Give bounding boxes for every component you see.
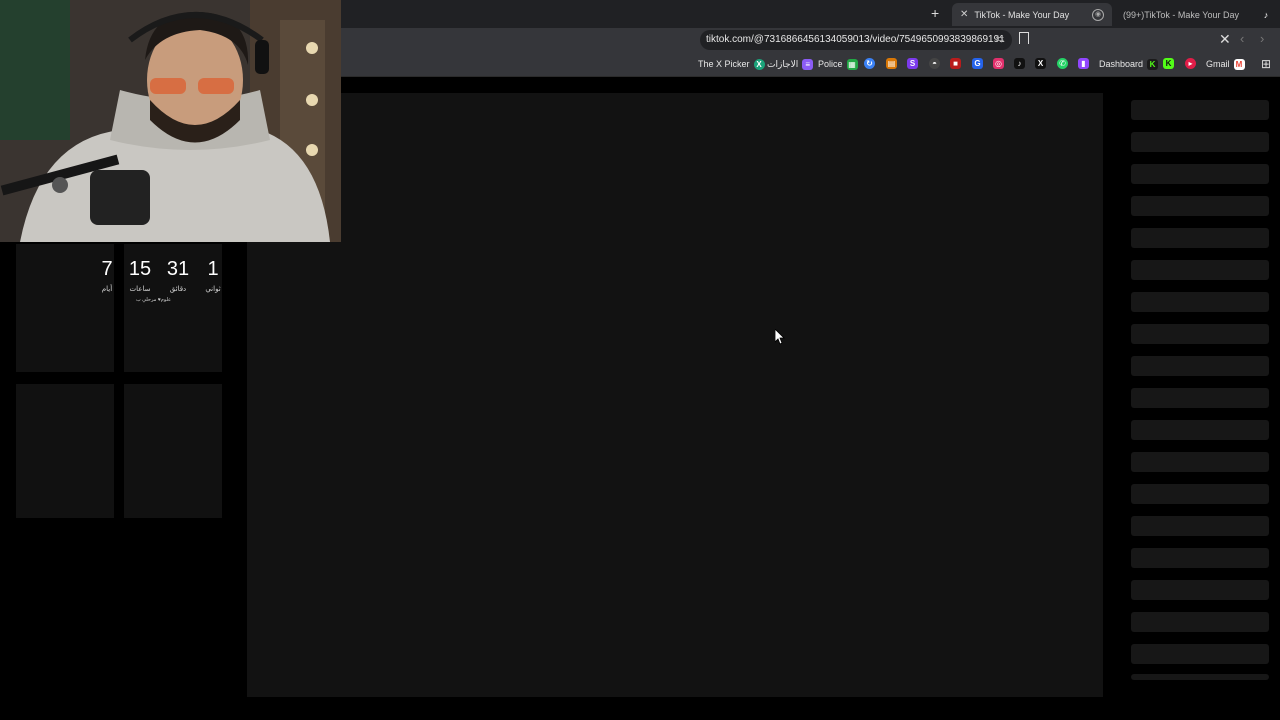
countdown-hours: 15 <box>128 258 152 280</box>
back-button[interactable]: ‹ <box>1240 31 1244 46</box>
bookmark-x-icon[interactable]: X <box>1035 58 1046 69</box>
video-card[interactable] <box>16 384 114 518</box>
x-picker-icon: X <box>753 58 765 70</box>
comment-skeleton <box>1131 324 1269 344</box>
bookmark-translate-icon[interactable]: G <box>972 58 983 69</box>
gmail-icon: M <box>1233 58 1245 70</box>
bookmark-label: The X Picker <box>698 59 750 69</box>
comment-skeleton <box>1131 132 1269 152</box>
bookmark-label: Dashboard <box>1099 59 1144 69</box>
bookmark-file-icon[interactable]: ▤ <box>886 58 897 69</box>
bookmark-icon[interactable] <box>1019 32 1029 44</box>
countdown-timer: 7 أيام 15 ساعات 31 دقائق 1 ثواني علوم♥ م… <box>96 258 226 308</box>
countdown-minutes-label: دقائق <box>169 286 187 293</box>
bookmark-police[interactable]: Police ▦ <box>818 52 858 76</box>
bookmark-label: Gmail <box>1206 59 1230 69</box>
bookmark-label: Police <box>818 59 843 69</box>
new-tab-button[interactable]: + <box>931 5 939 21</box>
bookmark-tiktok-icon[interactable]: ♪ <box>1014 58 1025 69</box>
comment-skeleton <box>1131 164 1269 184</box>
bookmark-youtube-icon[interactable]: ▸ <box>1185 58 1196 69</box>
comment-skeleton <box>1131 228 1269 248</box>
webcam-overlay <box>0 0 341 242</box>
comment-skeleton <box>1131 516 1269 536</box>
stop-button[interactable]: ✕ <box>1219 31 1231 48</box>
bookmark-kick-icon[interactable]: K <box>1163 58 1174 69</box>
bookmark-label: الاجازات <box>767 58 799 69</box>
countdown-minutes: 31 <box>166 258 190 280</box>
comment-skeleton <box>1131 548 1269 568</box>
tab-tiktok-active[interactable]: ✕ TikTok - Make Your Day ◉ <box>952 3 1112 26</box>
url-text: tiktok.com/@7316866456134059013/video/75… <box>706 34 1005 45</box>
bookmark-dashboard[interactable]: Dashboard K <box>1099 52 1159 76</box>
apps-grid-icon[interactable]: ⊞ <box>1261 57 1271 71</box>
countdown-days-label: أيام <box>101 286 113 293</box>
comment-skeleton <box>1131 420 1269 440</box>
audio-icon[interactable]: ◉ <box>1092 8 1104 21</box>
comment-skeleton <box>1131 260 1269 280</box>
countdown-seconds-label: ثواني <box>205 286 221 293</box>
sheets-icon: ▦ <box>846 58 858 70</box>
countdown-hours-label: ساعات <box>129 286 151 293</box>
address-bar[interactable]: tiktok.com/@7316866456134059013/video/75… <box>700 30 1012 50</box>
comment-skeleton <box>1131 580 1269 600</box>
bookmark-github-icon[interactable]: ◓ <box>929 58 940 69</box>
comment-skeleton <box>1131 644 1269 664</box>
tab-close-icon[interactable]: ✕ <box>960 9 968 20</box>
countdown-days: 7 <box>101 258 113 280</box>
bookmark-sync-icon[interactable]: ↻ <box>864 58 875 69</box>
comment-skeleton <box>1131 452 1269 472</box>
bookmark-red-icon[interactable]: ■ <box>950 58 961 69</box>
comment-skeleton <box>1131 612 1269 632</box>
kick-icon: K <box>1147 58 1159 70</box>
countdown-note: علوم♥ مرحلي ب <box>136 297 172 303</box>
comment-skeleton <box>1131 388 1269 408</box>
comment-skeleton <box>1131 674 1269 680</box>
site-settings-icon[interactable]: ⇆ <box>996 30 1004 50</box>
comment-skeleton <box>1131 100 1269 120</box>
bookmark-gmail[interactable]: Gmail M <box>1206 52 1245 76</box>
video-card[interactable] <box>124 384 222 518</box>
webcam-person-illustration <box>0 0 341 242</box>
countdown-seconds: 1 <box>207 258 219 280</box>
bookmark-whatsapp-icon[interactable]: ✆ <box>1057 58 1068 69</box>
comment-skeleton <box>1131 356 1269 376</box>
mouse-cursor-icon <box>775 329 785 345</box>
bookmark-vacations[interactable]: الاجازات ≡ <box>767 52 814 76</box>
tiktok-icon: ♪ <box>1263 9 1269 20</box>
list-icon: ≡ <box>802 58 814 70</box>
bookmark-instagram-icon[interactable]: ◎ <box>993 58 1004 69</box>
bookmark-the-x-picker[interactable]: The X Picker X <box>698 52 765 76</box>
comment-skeleton <box>1131 484 1269 504</box>
comment-skeleton <box>1131 292 1269 312</box>
video-player[interactable] <box>247 93 1103 697</box>
bookmark-twitch-icon[interactable]: ▮ <box>1078 58 1089 69</box>
tab-title: (99+)TikTok - Make Your Day <box>1123 9 1239 20</box>
tab-tiktok-inactive[interactable]: (99+)TikTok - Make Your Day ♪ <box>1115 3 1280 26</box>
bookmark-s-icon[interactable]: S <box>907 58 918 69</box>
comment-skeleton <box>1131 196 1269 216</box>
tab-title: TikTok - Make Your Day <box>974 9 1070 20</box>
forward-button[interactable]: › <box>1260 31 1264 46</box>
